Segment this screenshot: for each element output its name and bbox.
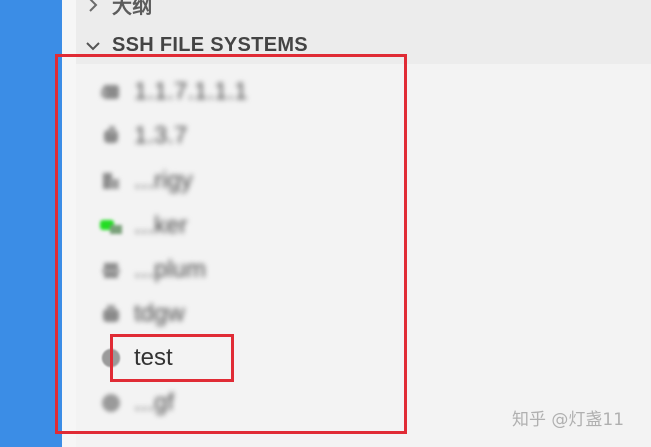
chevron-down-icon — [84, 37, 102, 55]
host-item[interactable]: tdgw — [100, 299, 185, 329]
server-icon — [100, 215, 122, 237]
watermark-text: 知乎 @灯盏11 — [512, 410, 625, 430]
host-item[interactable]: ...plum — [100, 255, 206, 285]
section-title-ssh: SSH FILE SYSTEMS — [112, 34, 308, 56]
host-label: 1.1.7.1.1.1 — [134, 78, 248, 105]
host-label: 1.3.7 — [134, 122, 188, 149]
host-item[interactable]: ...ker — [100, 211, 187, 241]
server-icon — [100, 347, 122, 369]
server-icon — [100, 125, 122, 147]
activity-bar — [0, 0, 62, 447]
host-label: ...plum — [134, 256, 207, 283]
host-label: ...ker — [134, 212, 188, 239]
server-icon — [100, 81, 122, 103]
host-item[interactable]: ...gf — [100, 388, 174, 418]
section-header-outline[interactable]: 大纲 — [84, 0, 153, 19]
server-icon — [100, 303, 122, 325]
activity-bar-border — [62, 0, 77, 447]
host-label: ...rigy — [134, 167, 193, 194]
host-item[interactable]: 1.1.7.1.1.1 — [100, 77, 247, 107]
server-icon — [100, 259, 122, 281]
section-header-ssh-file-systems[interactable]: SSH FILE SYSTEMS — [84, 34, 308, 57]
host-label: ...gf — [134, 389, 175, 416]
host-label: tdgw — [134, 300, 185, 327]
host-label: test — [134, 344, 173, 371]
server-icon — [100, 392, 122, 414]
chevron-right-icon — [84, 0, 102, 14]
host-item-test[interactable]: test — [100, 343, 173, 373]
host-item[interactable]: 1.3.7 — [100, 121, 187, 151]
section-title-outline: 大纲 — [112, 0, 153, 18]
host-item[interactable]: ...rigy — [100, 166, 193, 196]
server-icon — [100, 170, 122, 192]
